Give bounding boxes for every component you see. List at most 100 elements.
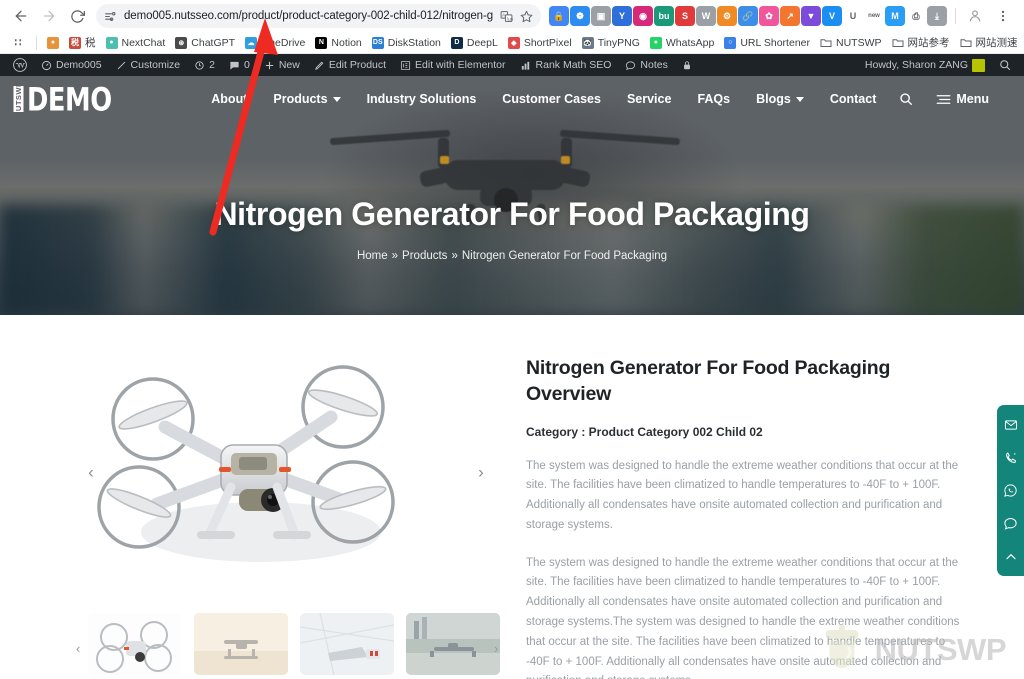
ext-download[interactable]: ⤓ xyxy=(927,6,947,26)
ext-pink-puzzle[interactable]: ✿ xyxy=(759,6,779,26)
ext-analytics[interactable]: ↗ xyxy=(780,6,800,26)
search-icon[interactable] xyxy=(889,92,923,106)
nav-item-customer-cases[interactable]: Customer Cases xyxy=(489,92,614,106)
ext-gear-orange[interactable]: ⚙ xyxy=(717,6,737,26)
bookmark-url-shortener[interactable]: ○ URL Shortener xyxy=(720,35,816,51)
ext-link-blue[interactable]: 🔗 xyxy=(738,6,758,26)
bookmark-label: NextChat xyxy=(121,36,166,49)
admin-bar-item-new[interactable]: New xyxy=(257,54,307,76)
three-dot-menu-icon[interactable] xyxy=(990,3,1016,29)
breadcrumb-item-products[interactable]: Products xyxy=(402,250,447,262)
bookmark-deepl[interactable]: D DeepL xyxy=(447,35,504,51)
ext-wordpress[interactable]: W xyxy=(696,6,716,26)
admin-bar-item-lock-icon[interactable] xyxy=(675,54,699,76)
envelope-icon[interactable] xyxy=(1000,415,1022,434)
admin-bar-item-0[interactable]: 0 xyxy=(222,54,257,76)
ext-clipboard[interactable]: ⎙ xyxy=(906,6,926,26)
nav-item-service[interactable]: Service xyxy=(614,92,684,106)
site-logo[interactable]: NUTSWP DEMO xyxy=(14,80,119,118)
ext-yandex[interactable]: Y xyxy=(612,6,632,26)
thumbnail-next-button[interactable]: › xyxy=(494,641,498,656)
admin-bar-item-edit-with-elementor[interactable]: Edit with Elementor xyxy=(393,54,512,76)
thumbnail-drone-1[interactable] xyxy=(88,613,182,675)
bookmarks-bar: ∷ ● 税税 ● NextChat ⊛ ChatGPT ☁ OneDrive N Notion DS D… xyxy=(0,32,1024,54)
folder-icon xyxy=(960,37,972,48)
star-icon[interactable] xyxy=(520,10,533,23)
ext-color-wheel[interactable]: ❁ xyxy=(570,6,590,26)
logo-text-demo: DEMO xyxy=(26,80,112,118)
bookmark-shortpixel[interactable]: ◆ ShortPixel xyxy=(504,35,578,51)
thumbnail-drone-4[interactable] xyxy=(406,613,500,675)
chat-bubble-icon[interactable] xyxy=(1000,514,1022,533)
ext-u-letter[interactable]: U xyxy=(843,6,863,26)
bookmark-chatgpt[interactable]: ⊛ ChatGPT xyxy=(171,35,241,51)
thumbnail-drone-2[interactable] xyxy=(194,613,288,675)
wordpress-logo-icon[interactable] xyxy=(6,54,34,76)
updates-icon xyxy=(194,60,205,71)
howdy-user-menu[interactable]: Howdy, Sharon ZANG xyxy=(858,54,992,76)
back-arrow-icon[interactable] xyxy=(8,3,34,29)
diskstation-icon: DS xyxy=(371,36,384,49)
bookmark-notion[interactable]: N Notion xyxy=(311,35,367,51)
nav-item-contact[interactable]: Contact xyxy=(817,92,890,106)
scroll-to-top-icon[interactable] xyxy=(1000,547,1022,566)
main-menu: About Products Industry Solutions Customer … xyxy=(198,92,1002,106)
ext-mailtrack[interactable]: M xyxy=(885,6,905,26)
admin-bar-item-label: New xyxy=(278,59,300,71)
hamburger-menu-button[interactable]: Menu xyxy=(923,92,1002,106)
bookmark-nextchat[interactable]: ● NextChat xyxy=(102,35,172,51)
admin-bar-item-label: 2 xyxy=(209,59,215,71)
nav-item-faqs[interactable]: FAQs xyxy=(684,92,743,106)
ext-instagram[interactable]: ◉ xyxy=(633,6,653,26)
breadcrumb-item-home[interactable]: Home xyxy=(357,250,388,262)
ext-shield-purple[interactable]: ▼ xyxy=(801,6,821,26)
bookmark-税[interactable]: 税税 xyxy=(65,33,102,52)
forward-arrow-icon[interactable] xyxy=(36,3,62,29)
translate-icon[interactable]: A\u6587 xyxy=(500,10,513,23)
site-settings-icon[interactable] xyxy=(104,10,117,23)
bookmark-label: ChatGPT xyxy=(191,36,236,49)
bookmark-onedrive[interactable]: ☁ OneDrive xyxy=(241,35,311,51)
deepl-icon: D xyxy=(450,36,463,49)
admin-bar-item-notes[interactable]: Notes xyxy=(618,54,674,76)
product-main: ‹ › ‹ › Nitrogen Generator For Food Packa… xyxy=(0,315,1024,679)
bookmark-网站测速[interactable]: 网站测速 xyxy=(956,33,1024,52)
bookmark-diskstation[interactable]: DS DiskStation xyxy=(368,35,447,51)
profile-icon[interactable] xyxy=(962,3,988,29)
comments-icon xyxy=(229,60,240,71)
admin-bar-item-rank-math-seo[interactable]: Rank Math SEO xyxy=(513,54,619,76)
admin-search-icon[interactable] xyxy=(992,54,1018,76)
ext-password-manager[interactable]: 🔒 xyxy=(549,6,569,26)
nav-item-industry-solutions[interactable]: Industry Solutions xyxy=(354,92,490,106)
admin-bar-item-demo005[interactable]: Demo005 xyxy=(34,54,109,76)
ext-buffer[interactable]: bu xyxy=(654,6,674,26)
bookmark-tinypng[interactable]: 🐼 TinyPNG xyxy=(578,35,646,51)
ext-vimeo[interactable]: V xyxy=(822,6,842,26)
admin-bar-item-customize[interactable]: Customize xyxy=(109,54,188,76)
ext-screenshot[interactable]: ▣ xyxy=(591,6,611,26)
bookmark-whatsapp[interactable]: ● WhatsApp xyxy=(646,35,720,51)
address-bar[interactable]: demo005.nutsseo.com/product/product-cate… xyxy=(96,4,541,28)
gallery-next-button[interactable]: › xyxy=(472,464,490,481)
ext-semrush[interactable]: S xyxy=(675,6,695,26)
phone-icon[interactable] xyxy=(1000,448,1022,467)
nav-item-blogs[interactable]: Blogs xyxy=(743,92,817,106)
onedrive-icon: ☁ xyxy=(245,36,258,49)
apps-grid-icon[interactable]: ∷ xyxy=(8,35,30,51)
bookmark-网站参考[interactable]: 网站参考 xyxy=(888,33,956,52)
thumbnail-drone-3[interactable] xyxy=(300,613,394,675)
nav-item-label: Products xyxy=(273,92,328,106)
admin-bar-item-2[interactable]: 2 xyxy=(187,54,222,76)
admin-bar-item-edit-product[interactable]: Edit Product xyxy=(307,54,393,76)
nav-item-products[interactable]: Products xyxy=(260,92,353,106)
bookmark-cartoon-icon[interactable]: ● xyxy=(43,35,65,51)
thumbnail-prev-button[interactable]: ‹ xyxy=(76,641,80,656)
ext-new-badge[interactable]: new xyxy=(864,6,884,26)
reload-icon[interactable] xyxy=(64,3,90,29)
menu-label: Menu xyxy=(956,92,989,106)
bookmark-nutswp[interactable]: NUTSWP xyxy=(816,35,888,51)
nav-item-about[interactable]: About xyxy=(198,92,260,106)
gallery-prev-button[interactable]: ‹ xyxy=(82,464,100,481)
svg-text:A: A xyxy=(502,12,505,17)
whatsapp-icon[interactable] xyxy=(1000,481,1022,500)
